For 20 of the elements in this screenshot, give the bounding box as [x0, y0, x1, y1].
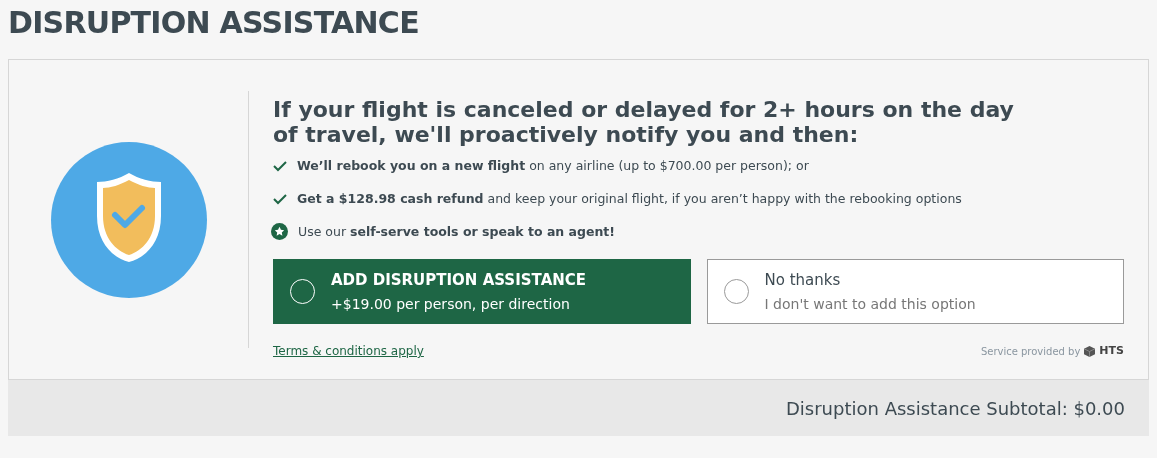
headline: If your flight is canceled or delayed for 2+ hours on the day of travel, we'll proactively notify you and then: [273, 97, 1015, 147]
provider-label: Service provided by [980, 344, 1081, 359]
option-title: No thanks [764, 270, 842, 291]
option-subtitle: I don't want to add this option [764, 294, 976, 314]
page-title: DISRUPTION ASSISTANCE [8, 4, 420, 42]
provider-brand: HTS [1099, 343, 1124, 359]
terms-link[interactable]: Terms & conditions apply [273, 342, 424, 361]
benefit-text: We’ll rebook you on a new flight on any airline (up to $700.00 per person); or [297, 157, 809, 175]
option-title: ADD DISRUPTION ASSISTANCE [331, 270, 587, 291]
shield-check-icon [50, 141, 207, 298]
option-subtitle: +$19.00 per person, per direction [331, 294, 571, 314]
option-card[interactable]: No thanks I don't want to add this option [706, 259, 1124, 325]
benefit-text: Get a $128.98 cash refund and keep your original flight, if you aren’t happy with the rebooking options [297, 189, 962, 208]
check-icon [273, 160, 287, 173]
star-badge-icon [271, 223, 288, 241]
option-card[interactable]: ADD DISRUPTION ASSISTANCE +$19.00 per person, per direction [273, 259, 691, 325]
cube-logo-icon [1084, 345, 1096, 357]
check-icon [273, 193, 287, 206]
subtotal-text: Disruption Assistance Subtotal: $0.00 [785, 396, 1125, 421]
benefit-text: Use our self-serve tools or speak to an agent! [298, 222, 616, 241]
